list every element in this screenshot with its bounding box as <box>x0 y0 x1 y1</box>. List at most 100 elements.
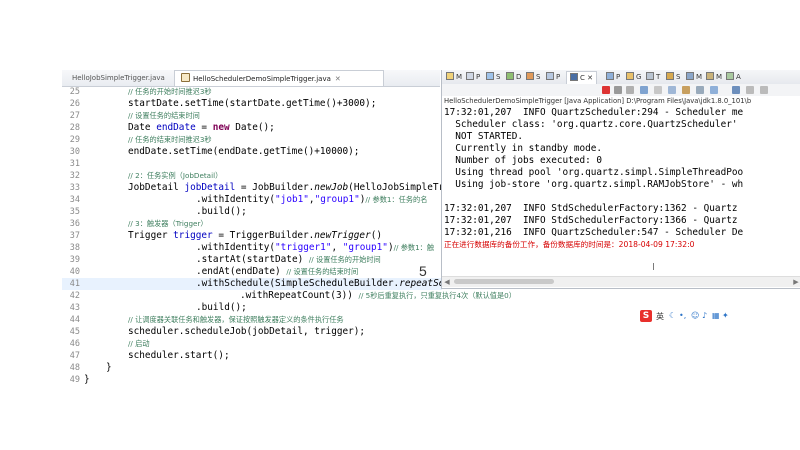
current-line-highlight: 41 .withSchedule(SimpleScheduleBuilder.re… <box>62 278 450 290</box>
line-number: 37 <box>69 231 80 241</box>
maximize-icon[interactable] <box>760 86 768 94</box>
terminate-icon[interactable] <box>602 86 610 94</box>
punctuation-icon[interactable]: •, <box>679 311 686 320</box>
line-number: 36 <box>69 219 80 229</box>
keyboard-icon[interactable]: ▦ <box>712 311 720 320</box>
line-number: 38 <box>69 243 80 253</box>
editor-tab-bar: HelloJobSimpleTrigger.java HelloSchedule… <box>62 70 440 87</box>
line-number: 29 <box>69 135 80 145</box>
code-string: "group1" <box>342 242 388 253</box>
line-number: 33 <box>69 183 80 193</box>
console-view: M P S D S P C ✕ P G T S M M A HelloSched… <box>441 70 800 289</box>
view-tab[interactable]: G <box>626 71 641 83</box>
view-tab[interactable]: P <box>546 71 560 83</box>
line-number: 45 <box>69 327 80 337</box>
line-number: 28 <box>69 123 80 133</box>
tab-hello-scheduler-demo[interactable]: HelloSchedulerDemoSimpleTrigger.java ✕ <box>174 70 384 86</box>
ime-toolbar[interactable]: S 英 ☾ •, ☺ ♪ ▦ ✦ <box>638 308 730 326</box>
view-tab[interactable]: D <box>506 71 521 83</box>
code-keyword: new <box>212 122 230 133</box>
skin-icon[interactable]: ✦ <box>722 311 729 320</box>
view-tab[interactable]: A <box>726 71 741 83</box>
overlay-number: 5 <box>419 263 427 279</box>
line-number: 47 <box>69 351 80 361</box>
scroll-right-icon[interactable]: ▶ <box>791 277 800 287</box>
code-comment: // 设置任务的结束时间 <box>286 267 359 276</box>
code-line: scheduler.scheduleJob(jobDetail, trigger… <box>128 326 366 337</box>
console-line: Currently in standby mode. <box>444 143 603 154</box>
view-tab[interactable]: P <box>606 71 620 83</box>
code-comment: // 任务的结束时间推迟3秒 <box>128 135 212 144</box>
view-tab-console[interactable]: C ✕ <box>566 71 597 85</box>
line-number: 34 <box>69 195 80 205</box>
voice-icon[interactable]: ♪ <box>702 311 707 320</box>
code-comment: // 任务的开始时间推迟3秒 <box>128 87 212 96</box>
minimize-icon[interactable] <box>746 86 754 94</box>
view-tab[interactable]: M <box>686 71 702 83</box>
display-console-icon[interactable] <box>696 86 704 94</box>
ime-language-toggle[interactable]: 英 <box>656 311 664 322</box>
console-line: NOT STARTED. <box>444 131 524 142</box>
view-tab[interactable]: S <box>486 71 500 83</box>
line-number: 30 <box>69 147 80 157</box>
view-tab[interactable]: M <box>446 71 462 83</box>
view-tab[interactable]: S <box>666 71 680 83</box>
line-number: 27 <box>69 111 80 121</box>
code-token: .withIdentity( <box>196 242 276 253</box>
code-line: } <box>106 362 112 373</box>
code-comment: // 3：触发器（Trigger） <box>128 219 208 228</box>
clear-console-icon[interactable] <box>640 86 648 94</box>
console-line: 17:32:01,216 INFO QuartzScheduler:547 - … <box>444 227 744 238</box>
view-tab[interactable]: P <box>466 71 480 83</box>
line-number: 48 <box>69 363 80 373</box>
line-number: 31 <box>69 159 80 169</box>
code-token: .withIdentity( <box>196 194 276 205</box>
code-string: "trigger1" <box>275 242 332 253</box>
code-token: , <box>331 242 343 253</box>
remove-all-icon[interactable] <box>626 86 634 94</box>
code-token: = TriggerBuilder. <box>212 230 315 241</box>
scroll-left-icon[interactable]: ◀ <box>442 277 452 287</box>
view-menu-icon[interactable] <box>732 86 740 94</box>
line-number: 46 <box>69 339 80 349</box>
close-icon[interactable]: ✕ <box>335 75 341 83</box>
line-number: 44 <box>69 315 80 325</box>
ime-logo-icon[interactable]: S <box>640 310 652 322</box>
scroll-lock-icon[interactable] <box>654 86 662 94</box>
open-console-icon[interactable] <box>710 86 718 94</box>
pin-console-icon[interactable] <box>682 86 690 94</box>
tab-hello-job-simple-trigger[interactable]: HelloJobSimpleTrigger.java <box>66 70 176 86</box>
line-number: 25 <box>69 87 80 97</box>
scrollbar-thumb[interactable] <box>454 279 554 284</box>
code-token: .endAt(endDate) <box>196 266 287 277</box>
view-tab-bar: M P S D S P C ✕ P G T S M M A <box>442 70 800 85</box>
emoji-icon[interactable]: ☺ <box>691 311 699 320</box>
code-token: .startAt(startDate) <box>196 254 309 265</box>
code-line: scheduler.start(); <box>128 350 230 361</box>
code-comment: // 参数1：触 <box>393 243 435 252</box>
code-token: Date(); <box>229 122 275 133</box>
code-variable: jobDetail <box>184 182 236 193</box>
tab-label: HelloSchedulerDemoSimpleTrigger.java <box>193 75 331 83</box>
console-horizontal-scrollbar[interactable]: ◀ ▶ <box>442 276 800 287</box>
remove-launch-icon[interactable] <box>614 86 622 94</box>
code-token: Date <box>128 122 157 133</box>
line-number: 41 <box>69 279 80 289</box>
code-method: newJob <box>314 182 349 193</box>
line-number: 26 <box>69 99 80 109</box>
moon-icon[interactable]: ☾ <box>669 311 676 320</box>
code-editor[interactable]: 25 // 任务的开始时间推迟3秒 26 startDate.setTime(sta… <box>62 86 516 386</box>
view-tab[interactable]: S <box>526 71 540 83</box>
word-wrap-icon[interactable] <box>668 86 676 94</box>
text-cursor-icon: I <box>652 262 655 273</box>
line-number: 43 <box>69 303 80 313</box>
console-line: 17:32:01,207 INFO StdSchedulerFactory:13… <box>444 215 738 226</box>
view-tab[interactable]: M <box>706 71 722 83</box>
view-tab[interactable]: T <box>646 71 660 83</box>
line-number: 42 <box>69 291 80 301</box>
code-string: "job1" <box>275 194 309 205</box>
code-token: () <box>370 230 383 241</box>
code-line: startDate.setTime(startDate.getTime()+30… <box>128 98 377 109</box>
code-line: } <box>84 374 90 385</box>
code-token: = <box>195 122 213 133</box>
